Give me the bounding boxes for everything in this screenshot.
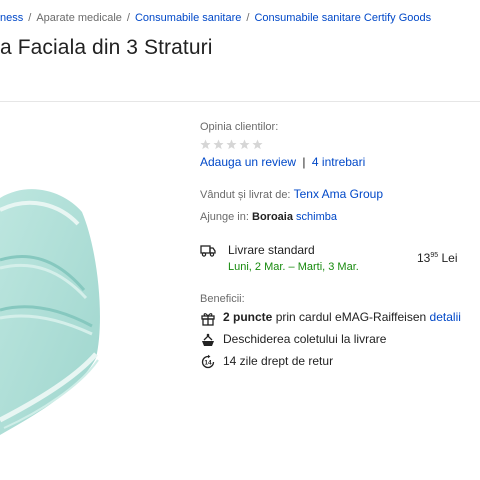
return-badge: 14 <box>204 360 212 367</box>
shipping-price: 1395 Lei <box>417 251 458 265</box>
seller-link[interactable]: Tenx Ama Group <box>294 187 383 201</box>
add-review-link[interactable]: Adauga un review <box>200 155 296 169</box>
shipping-price-dec: 95 <box>430 252 439 259</box>
shipping-currency: Lei <box>441 251 458 265</box>
delivery-truck-icon <box>200 245 216 257</box>
product-title: a Faciala din 3 Straturi <box>0 36 213 59</box>
breadcrumb-separator: / <box>126 12 130 24</box>
shipping-price-int: 13 <box>417 251 431 265</box>
open-package-benefit: Deschiderea coletului la livrare <box>223 332 387 346</box>
delivery-location: Boroaia <box>252 211 293 223</box>
header-divider <box>0 101 480 102</box>
breadcrumb-separator: / <box>246 12 250 24</box>
review-divider: | <box>302 155 306 169</box>
delivery-dates: Luni, 2 Mar. – Marti, 3 Mar. <box>228 261 359 273</box>
questions-link[interactable]: 4 intrebari <box>312 155 365 169</box>
product-image[interactable] <box>0 150 140 460</box>
open-package-icon <box>202 333 214 346</box>
points-text: prin cardul eMAG-Raiffeisen <box>275 310 427 324</box>
return-benefit: 14 zile drept de retur <box>223 354 334 368</box>
star-empty-icon <box>239 139 250 150</box>
points-bold: 2 puncte <box>223 310 273 324</box>
change-location-link[interactable]: schimba <box>296 211 337 223</box>
seller-label: Vândut și livrat de: <box>200 189 291 201</box>
gift-icon <box>201 313 215 326</box>
breadcrumb-item-certify-goods[interactable]: Consumabile sanitare Certify Goods <box>254 12 431 24</box>
points-details-link[interactable]: detalii <box>430 310 461 324</box>
breadcrumb-item-wellness[interactable]: ness <box>0 12 23 24</box>
review-links: Adauga un review | 4 intrebari <box>200 155 365 169</box>
benefits-label: Beneficii: <box>200 293 245 305</box>
arrives-label: Ajunge in: <box>200 211 249 223</box>
return-days-icon: 14 <box>201 354 215 369</box>
star-empty-icon <box>200 139 211 150</box>
star-empty-icon <box>252 139 263 150</box>
seller-row: Vândut și livrat de: Tenx Ama Group <box>200 187 383 201</box>
breadcrumb-item-aparate-medicale: Aparate medicale <box>36 12 122 24</box>
breadcrumb-separator: / <box>28 12 32 24</box>
breadcrumb-item-consumabile-sanitare[interactable]: Consumabile sanitare <box>135 12 241 24</box>
delivery-location-row: Ajunge in: Boroaia schimba <box>200 211 337 223</box>
star-rating <box>200 139 263 150</box>
star-empty-icon <box>213 139 224 150</box>
breadcrumb: ness / Aparate medicale / Consumabile sanita… <box>0 12 431 24</box>
star-empty-icon <box>226 139 237 150</box>
standard-shipping-label: Livrare standard <box>228 243 315 257</box>
reviews-label: Opinia clientilor: <box>200 121 279 133</box>
points-benefit: 2 puncte prin cardul eMAG-Raiffeisen det… <box>223 310 461 324</box>
